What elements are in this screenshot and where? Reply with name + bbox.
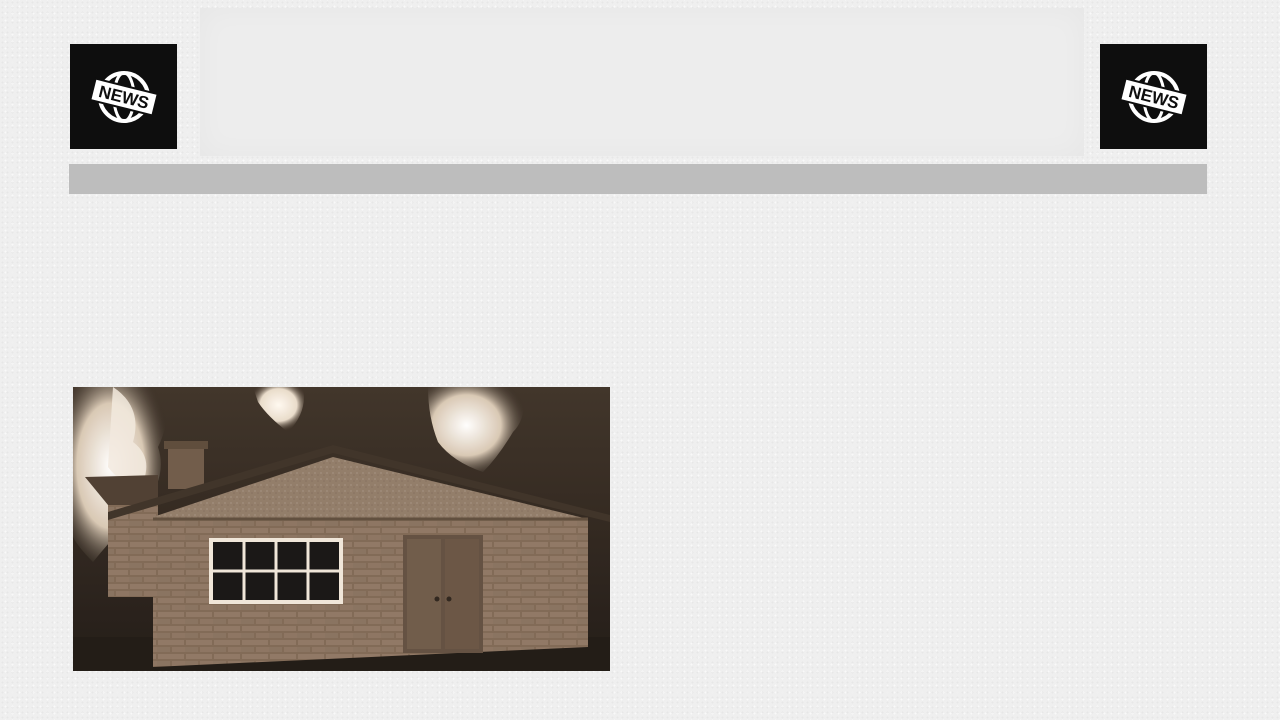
news-logo-left[interactable]: NEWS <box>70 44 177 149</box>
nav-bar <box>69 164 1207 194</box>
news-logo-right[interactable]: NEWS <box>1100 44 1207 149</box>
news-globe-icon: NEWS <box>1118 70 1189 123</box>
news-globe-icon: NEWS <box>88 70 159 123</box>
house-fire-illustration <box>73 387 610 671</box>
masthead-panel <box>200 8 1084 156</box>
article-image[interactable] <box>73 387 610 671</box>
